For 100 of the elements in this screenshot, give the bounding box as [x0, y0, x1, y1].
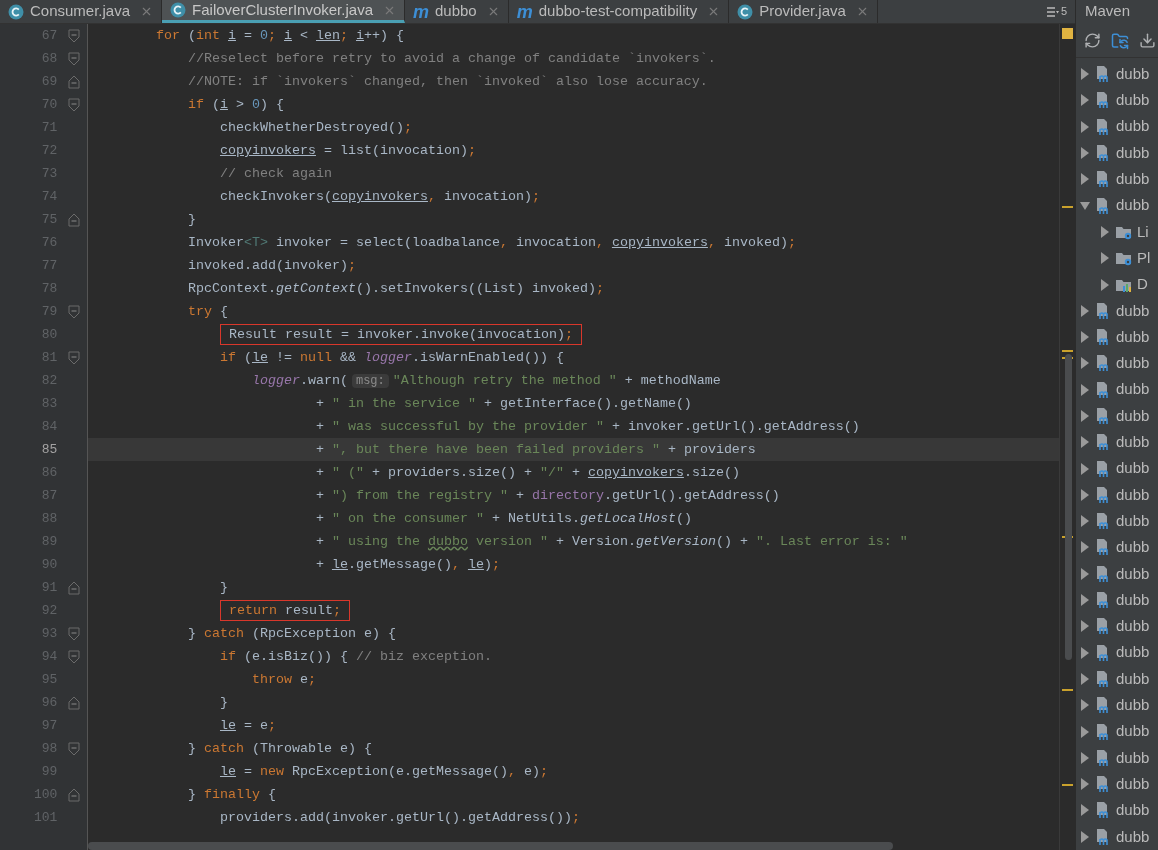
maven-tree-item[interactable]: dubb	[1076, 560, 1158, 587]
maven-tree-item[interactable]: dubb	[1076, 429, 1158, 456]
maven-tree-item[interactable]: dubb	[1076, 166, 1158, 193]
fold-marker-icon[interactable]	[68, 304, 81, 319]
maven-tree-item[interactable]: Pl	[1076, 245, 1158, 272]
collapsed-arrow-icon[interactable]	[1080, 751, 1090, 764]
collapsed-arrow-icon[interactable]	[1080, 68, 1090, 81]
maven-tree-item[interactable]: dubb	[1076, 692, 1158, 719]
maven-tree-item[interactable]: dubb	[1076, 613, 1158, 640]
collapsed-arrow-icon[interactable]	[1080, 778, 1090, 791]
collapsed-arrow-icon[interactable]	[1080, 383, 1090, 396]
collapsed-arrow-icon[interactable]	[1080, 304, 1090, 317]
code-line: + " using the dubbo version " + Version.getVersion() + ". Last error is: "	[315, 534, 908, 549]
warning-mark[interactable]	[1062, 783, 1073, 786]
code-line: providers.add(invoker.getUrl().getAddress());	[220, 810, 580, 825]
fold-marker-icon[interactable]	[68, 626, 81, 641]
fold-marker-icon[interactable]	[68, 649, 81, 664]
collapsed-arrow-icon[interactable]	[1080, 357, 1090, 370]
code-line: le = new RpcException(e.getMessage(), e);	[220, 764, 548, 779]
vertical-scrollbar[interactable]	[1065, 354, 1072, 660]
fold-marker-icon[interactable]	[68, 695, 81, 710]
code-line: + ") from the registry " + directory.getUrl().getAddress()	[315, 488, 780, 503]
maven-tree-item[interactable]: dubb	[1076, 192, 1158, 219]
folder-refresh-icon[interactable]	[1111, 31, 1129, 50]
maven-module-icon	[1095, 65, 1111, 84]
collapsed-arrow-icon[interactable]	[1080, 147, 1090, 160]
fold-marker-icon[interactable]	[68, 28, 81, 43]
maven-tree-item[interactable]: dubb	[1076, 61, 1158, 88]
maven-tree-item[interactable]: dubb	[1076, 744, 1158, 771]
maven-tree-item[interactable]: dubb	[1076, 402, 1158, 430]
maven-tree-item[interactable]: dubb	[1076, 797, 1158, 824]
collapsed-arrow-icon[interactable]	[1080, 436, 1090, 449]
maven-tree-item[interactable]: dubb	[1076, 639, 1158, 666]
warning-mark[interactable]	[1062, 350, 1073, 353]
collapsed-arrow-icon[interactable]	[1080, 725, 1090, 738]
collapsed-arrow-icon[interactable]	[1080, 541, 1090, 554]
maven-module-icon	[1095, 170, 1111, 189]
maven-tree-item[interactable]: dubb	[1076, 87, 1158, 114]
collapsed-arrow-icon[interactable]	[1080, 567, 1090, 580]
maven-tree-item[interactable]: dubb	[1076, 376, 1158, 403]
tab-overflow-button[interactable]: 5	[1046, 0, 1075, 23]
collapsed-arrow-icon[interactable]	[1080, 672, 1090, 685]
horizontal-scrollbar[interactable]	[88, 842, 893, 850]
maven-tree-item[interactable]: dubb	[1076, 455, 1158, 482]
maven-tree-item[interactable]: dubb	[1076, 586, 1158, 614]
fold-marker-icon[interactable]	[68, 212, 81, 227]
code-line: //NOTE: if `invokers` changed, then `invoked` also lose accuracy.	[188, 74, 708, 89]
fold-marker-icon[interactable]	[68, 741, 81, 756]
collapsed-arrow-icon[interactable]	[1100, 278, 1110, 291]
warning-mark[interactable]	[1062, 205, 1073, 208]
code-line: + " (" + providers.size() + "/" + copyinvokers.size()	[315, 465, 740, 480]
maven-tree-item[interactable]: dubb	[1076, 665, 1158, 693]
collapsed-arrow-icon[interactable]	[1080, 830, 1090, 843]
fold-marker-icon[interactable]	[68, 74, 81, 89]
collapsed-arrow-icon[interactable]	[1080, 620, 1090, 633]
fold-marker-icon[interactable]	[68, 787, 81, 802]
collapsed-arrow-icon[interactable]	[1080, 488, 1090, 501]
maven-tree-item[interactable]: dubb	[1076, 718, 1158, 745]
code-line: }	[220, 695, 228, 710]
collapsed-arrow-icon[interactable]	[1100, 252, 1110, 265]
collapsed-arrow-icon[interactable]	[1080, 646, 1090, 659]
collapsed-arrow-icon[interactable]	[1080, 120, 1090, 133]
code-line: try {	[188, 304, 228, 319]
maven-tree-item[interactable]: dubb	[1076, 771, 1158, 798]
fold-marker-icon[interactable]	[68, 97, 81, 112]
collapsed-arrow-icon[interactable]	[1100, 225, 1110, 238]
maven-tree-item[interactable]: dubb	[1076, 823, 1158, 850]
maven-tree-item[interactable]: Li	[1076, 218, 1158, 246]
code-line: copyinvokers = list(invocation);	[220, 143, 476, 158]
maven-tree-item[interactable]: dubb	[1076, 323, 1158, 351]
class-icon	[8, 3, 24, 20]
maven-tree-item[interactable]: dubb	[1076, 297, 1158, 324]
code-line: throw e;	[251, 672, 316, 687]
maven-tree-item[interactable]: dubb	[1076, 508, 1158, 535]
collapsed-arrow-icon[interactable]	[1080, 94, 1090, 107]
code-line: } catch (Throwable e) {	[188, 741, 372, 756]
fold-marker-icon[interactable]	[68, 51, 81, 66]
collapsed-arrow-icon[interactable]	[1080, 410, 1090, 422]
maven-tree-item[interactable]: dubb	[1076, 139, 1158, 167]
fold-marker-icon[interactable]	[68, 580, 81, 595]
list-icon	[1046, 6, 1059, 17]
collapsed-arrow-icon[interactable]	[1080, 331, 1090, 344]
collapsed-arrow-icon[interactable]	[1080, 515, 1090, 528]
collapsed-arrow-icon[interactable]	[1080, 594, 1090, 607]
download-icon[interactable]	[1139, 32, 1156, 49]
maven-module-icon	[1095, 801, 1111, 820]
collapsed-arrow-icon[interactable]	[1080, 173, 1090, 186]
maven-tree-item[interactable]: dubb	[1076, 534, 1158, 561]
collapsed-arrow-icon[interactable]	[1080, 804, 1090, 817]
maven-tree-item[interactable]: dubb	[1076, 350, 1158, 377]
maven-tree-item[interactable]: dubb	[1076, 481, 1158, 509]
editor-tab[interactable]: FailoverClusterInvoker.java	[162, 0, 405, 23]
expanded-arrow-icon[interactable]	[1080, 199, 1090, 212]
warning-mark[interactable]	[1062, 688, 1073, 691]
refresh-icon[interactable]	[1084, 32, 1101, 49]
collapsed-arrow-icon[interactable]	[1080, 462, 1090, 475]
maven-tree-item[interactable]: dubb	[1076, 113, 1158, 140]
fold-marker-icon[interactable]	[68, 350, 81, 365]
collapsed-arrow-icon[interactable]	[1080, 699, 1090, 712]
maven-tree-item[interactable]: D	[1076, 271, 1158, 298]
